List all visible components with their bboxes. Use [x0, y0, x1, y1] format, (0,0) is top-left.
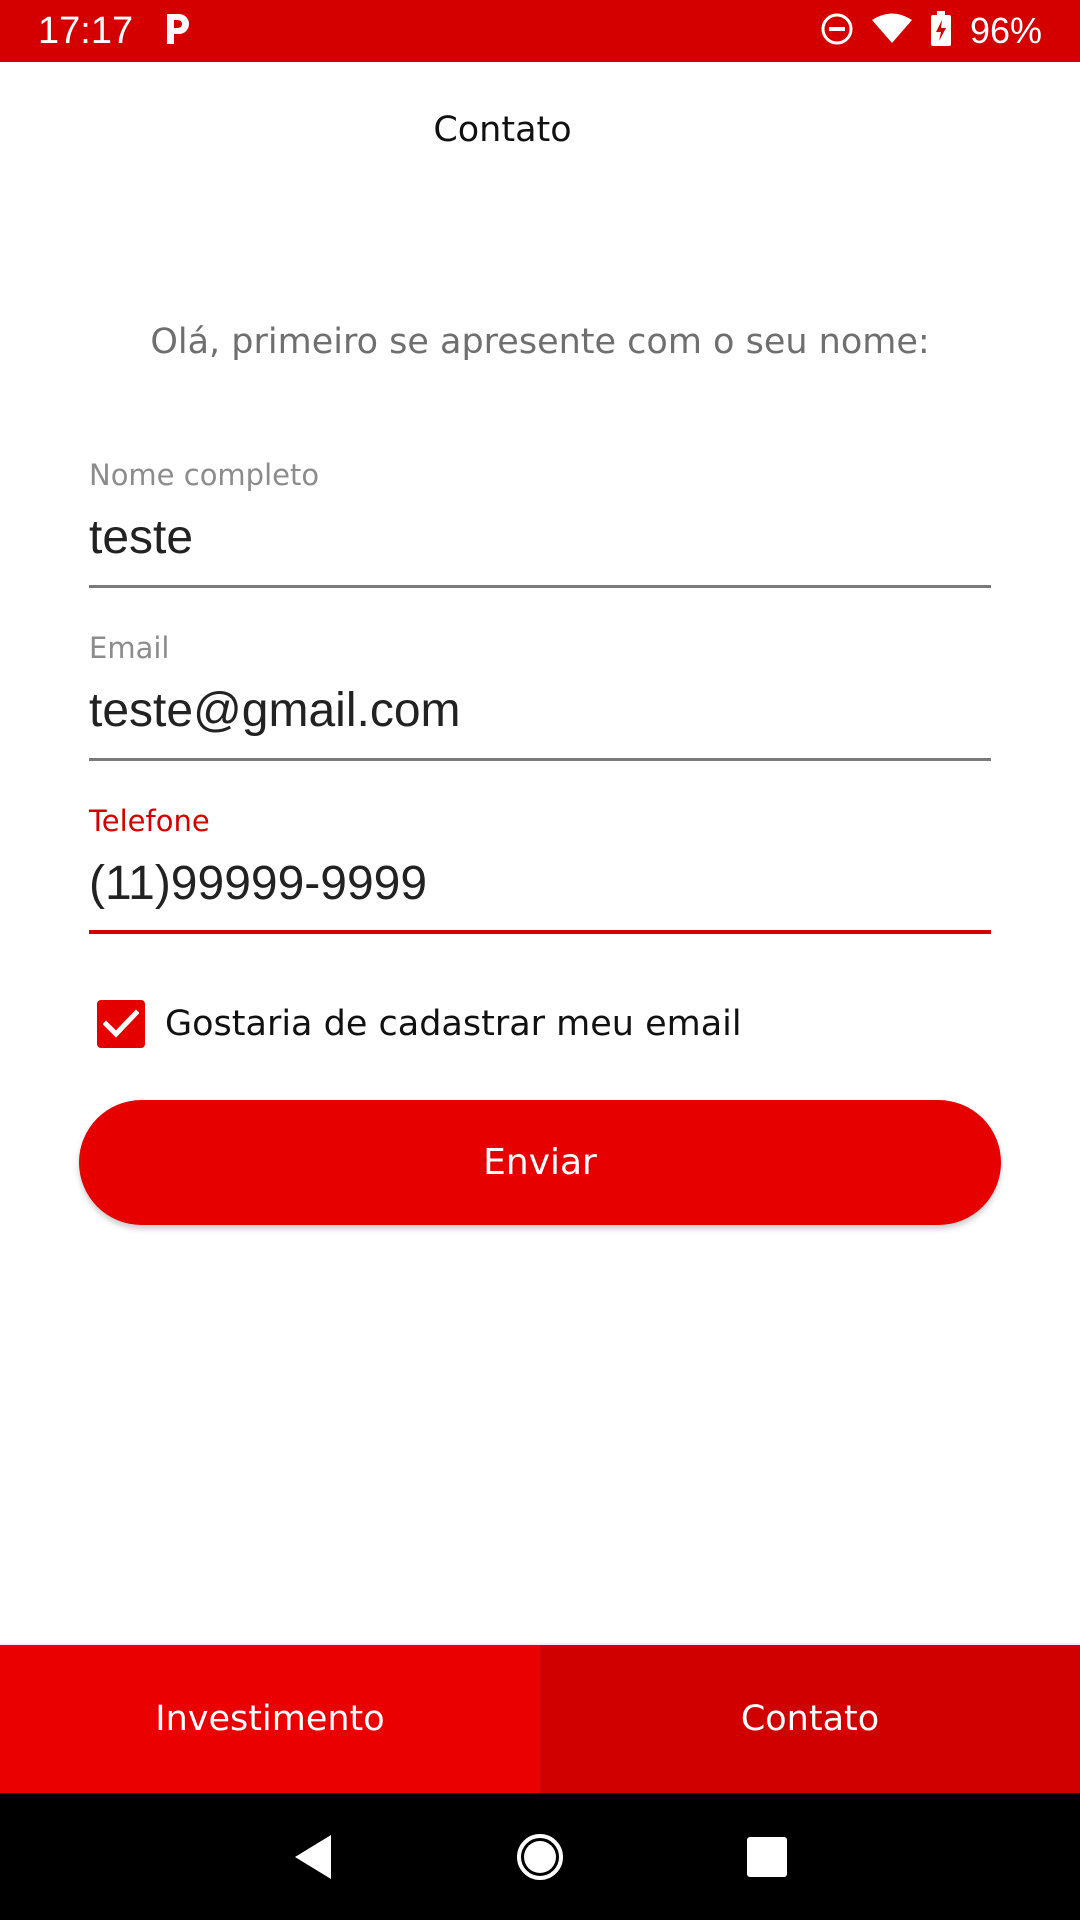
wifi-icon — [871, 13, 912, 49]
send-button[interactable]: Enviar — [79, 1100, 1001, 1225]
intro-text: Olá, primeiro se apresente com o seu nom… — [150, 322, 930, 362]
battery-charging-icon — [930, 11, 952, 51]
home-icon[interactable] — [500, 1817, 580, 1897]
subscribe-email-checkbox[interactable] — [97, 1000, 145, 1048]
status-time: 17:17 — [38, 9, 134, 52]
name-input[interactable]: teste — [89, 510, 991, 588]
email-field[interactable]: Email teste@gmail.com — [89, 631, 991, 761]
tab-contato[interactable]: Contato — [540, 1645, 1080, 1793]
name-field-label: Nome completo — [89, 458, 320, 492]
parking-icon — [163, 12, 191, 50]
bottom-nav: Investimento Contato — [0, 1643, 1080, 1793]
checkmark-icon — [103, 1009, 139, 1038]
status-left: 17:17 — [38, 10, 191, 53]
subscribe-email-label: Gostaria de cadastrar meu email — [165, 1004, 742, 1044]
phone-input[interactable]: (11)99999-9999 — [89, 856, 991, 934]
do-not-disturb-icon — [820, 12, 854, 50]
phone-field[interactable]: Telefone (11)99999-9999 — [89, 804, 991, 934]
email-field-label: Email — [89, 631, 170, 665]
name-field[interactable]: Nome completo teste — [89, 458, 991, 588]
recents-icon[interactable] — [727, 1817, 807, 1897]
status-bar: 17:17 96% — [0, 0, 1080, 62]
system-nav-bar — [0, 1793, 1080, 1920]
status-right: 96% — [820, 10, 1042, 52]
phone-field-label: Telefone — [89, 804, 210, 838]
subscribe-email-checkbox-row[interactable]: Gostaria de cadastrar meu email — [97, 1000, 742, 1048]
back-icon[interactable] — [273, 1817, 353, 1897]
email-input[interactable]: teste@gmail.com — [89, 683, 991, 761]
battery-percentage: 96% — [969, 10, 1042, 51]
page-title: Contato — [433, 110, 572, 150]
tab-investimento[interactable]: Investimento — [0, 1645, 540, 1793]
